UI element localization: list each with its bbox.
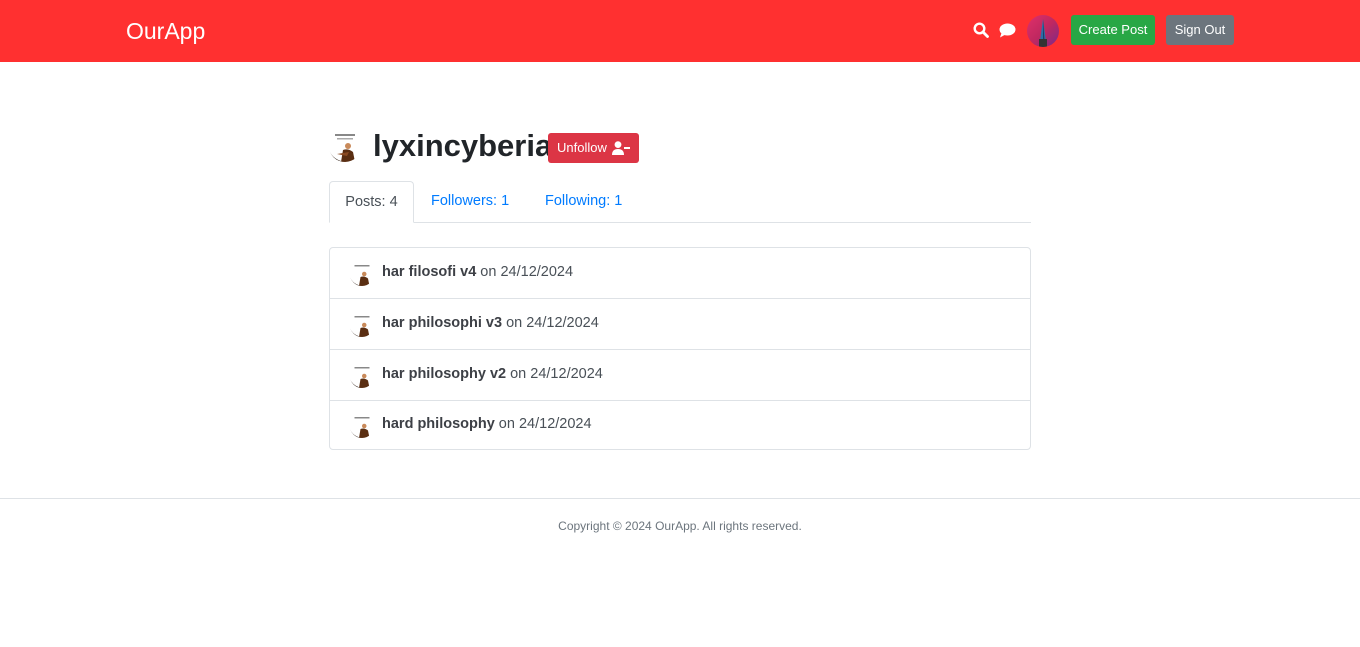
tab-following[interactable]: Following: 1 [545,181,622,223]
user-avatar[interactable] [1027,15,1059,47]
footer-copyright: Copyright © 2024 OurApp. All rights rese… [558,519,802,533]
post-link[interactable]: hard philosophy on 24/12/2024 [382,414,592,434]
post-title: har philosophy v2 [382,366,507,382]
post-link[interactable]: har philosophy v2 on 24/12/2024 [382,364,603,384]
post-link[interactable]: har philosophi v3 on 24/12/2024 [382,313,599,333]
post-list: har filosofi v4 on 24/12/2024 har philos… [329,247,1031,450]
unfollow-label: Unfollow [557,140,607,155]
post-date: on 24/12/2024 [476,264,574,280]
post-date: on 24/12/2024 [494,416,592,432]
list-item[interactable]: har philosophi v3 on 24/12/2024 [330,299,1030,350]
post-link[interactable]: har filosofi v4 on 24/12/2024 [382,262,573,282]
footer-divider [0,498,1360,499]
list-item[interactable]: har filosofi v4 on 24/12/2024 [330,248,1030,299]
post-date: on 24/12/2024 [506,366,603,382]
unfollow-button[interactable]: Unfollow [548,133,639,163]
post-author-avatar [350,262,374,286]
tab-followers[interactable]: Followers: 1 [431,181,509,223]
list-item[interactable]: har philosophy v2 on 24/12/2024 [330,350,1030,401]
post-author-avatar [350,414,374,438]
header-navbar: OurApp Create Post Sign Out [0,0,1360,62]
post-title: har filosofi v4 [382,264,477,280]
search-icon[interactable] [973,22,989,38]
brand-logo-link[interactable]: OurApp [126,16,205,46]
chat-icon[interactable] [999,23,1016,38]
create-post-button[interactable]: Create Post [1071,15,1155,45]
profile-avatar [329,130,361,162]
user-minus-icon [612,141,630,155]
post-title: hard philosophy [382,416,495,432]
post-author-avatar [350,364,374,388]
post-date: on 24/12/2024 [502,315,599,331]
profile-username: lyxincyberia [373,128,553,163]
tab-posts[interactable]: Posts: 4 [329,181,414,223]
sign-out-button[interactable]: Sign Out [1166,15,1234,45]
post-title: har philosophi v3 [382,315,503,331]
list-item[interactable]: hard philosophy on 24/12/2024 [330,400,1030,451]
profile-tabs: Posts: 4 Followers: 1 Following: 1 [329,181,1031,223]
post-author-avatar [350,313,374,337]
